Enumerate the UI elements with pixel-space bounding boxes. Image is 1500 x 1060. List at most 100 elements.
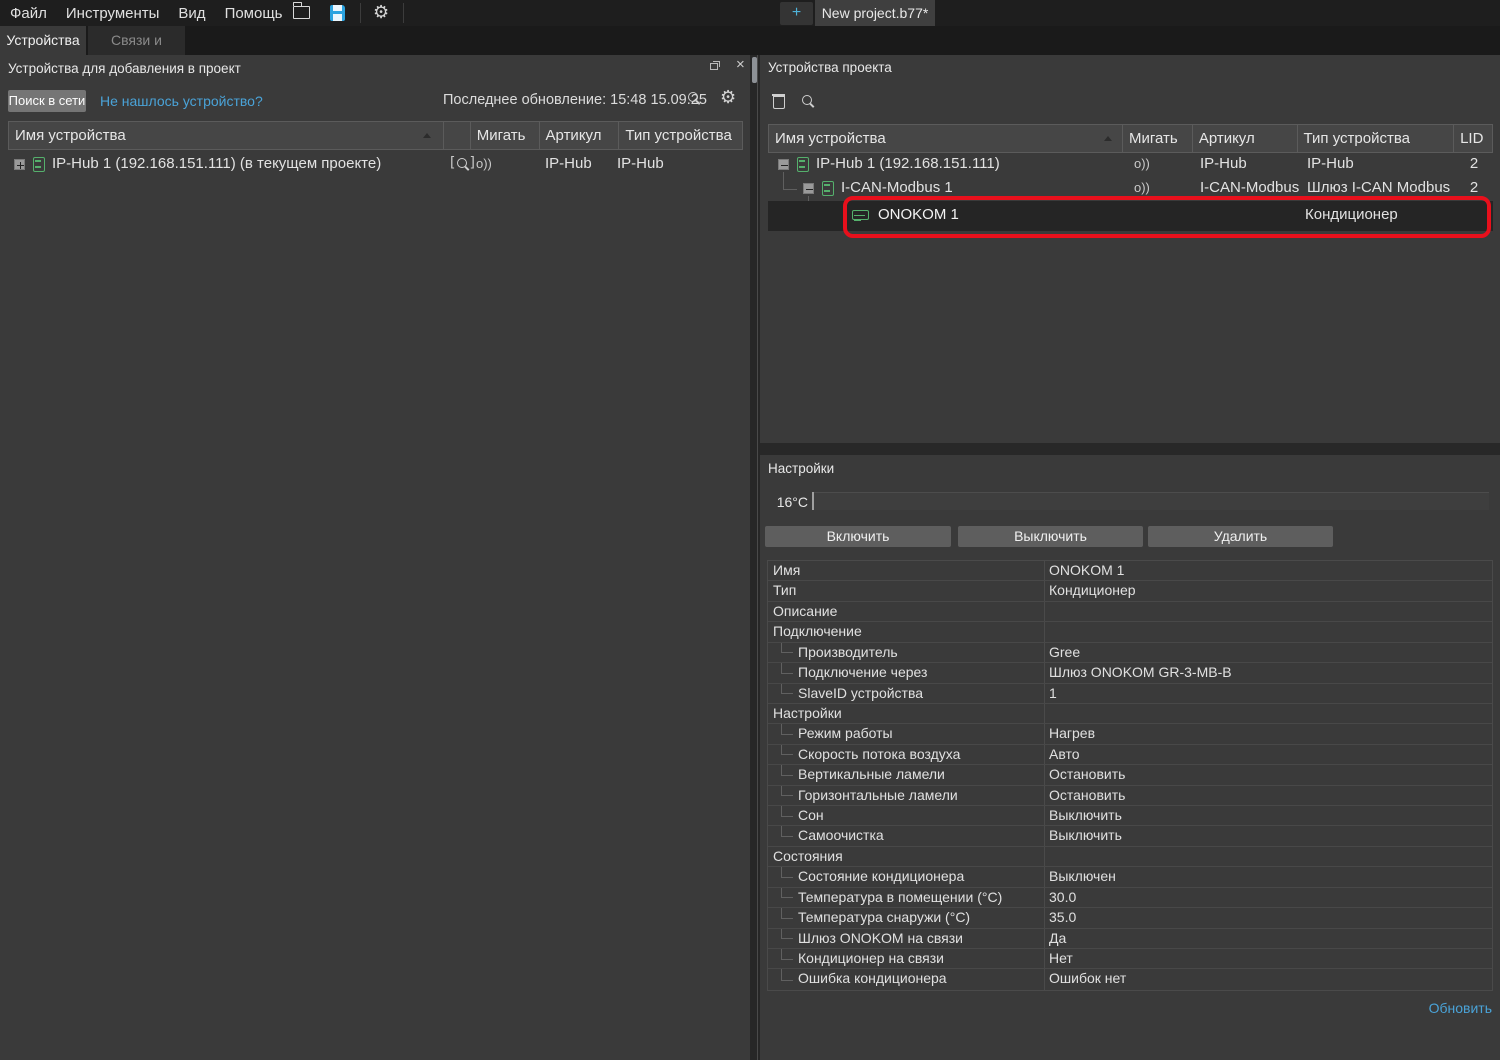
property-row[interactable]: Режим работыНагрев (768, 724, 1492, 744)
table-row[interactable]: IP-Hub 1 (192.168.151.111) (в текущем пр… (0, 150, 743, 180)
delete-button[interactable]: Удалить (1148, 526, 1333, 547)
search-icon[interactable] (687, 91, 702, 106)
project-tab[interactable]: New project.b77* (815, 0, 935, 26)
device-type: IP-Hub (1307, 155, 1354, 172)
property-value[interactable] (1044, 847, 1492, 866)
property-value[interactable]: 1 (1044, 684, 1492, 703)
tab-devices[interactable]: Устройства (0, 26, 86, 55)
column-header-type[interactable]: Тип устройства (619, 122, 742, 149)
blink-signal-icon[interactable]: o)) (1134, 180, 1150, 195)
property-value[interactable]: Шлюз ONOKOM GR-3-MB-B (1044, 663, 1492, 682)
column-header-articul[interactable]: Артикул (1193, 125, 1298, 152)
blink-signal-icon[interactable]: o)) (1134, 156, 1150, 171)
property-label: Шлюз ONOKOM на связи (768, 929, 1044, 948)
property-value[interactable]: Выключить (1044, 826, 1492, 845)
property-value[interactable]: Остановить (1044, 786, 1492, 805)
property-value[interactable]: Нет (1044, 949, 1492, 968)
column-header-lid[interactable]: LID (1454, 125, 1492, 152)
delete-device-icon[interactable] (772, 93, 786, 109)
property-value[interactable] (1044, 704, 1492, 723)
property-value[interactable]: Да (1044, 929, 1492, 948)
property-row[interactable]: ТипКондиционер (768, 581, 1492, 601)
property-row[interactable]: ПроизводительGree (768, 643, 1492, 663)
collapse-icon[interactable] (778, 159, 789, 170)
temperature-slider-groove[interactable] (814, 492, 1489, 510)
property-row[interactable]: Вертикальные ламелиОстановить (768, 765, 1492, 785)
property-row[interactable]: Горизонтальные ламелиОстановить (768, 786, 1492, 806)
property-row[interactable]: Состояние кондиционераВыключен (768, 867, 1492, 887)
column-header-name[interactable]: Имя устройства (9, 122, 444, 149)
open-folder-icon[interactable] (293, 6, 310, 19)
tree-row-ip-hub[interactable]: IP-Hub 1 (192.168.151.111) o)) IP-Hub IP… (768, 153, 1493, 177)
close-panel-icon[interactable]: × (736, 56, 745, 73)
undock-panel-icon[interactable] (710, 63, 718, 70)
refresh-link[interactable]: Обновить (1429, 1000, 1492, 1016)
splitter-line (757, 55, 758, 1060)
property-row[interactable]: СонВыключить (768, 806, 1492, 826)
property-row[interactable]: SlaveID устройства1 (768, 684, 1492, 704)
turn-off-button[interactable]: Выключить (958, 526, 1143, 547)
last-update-label: Последнее обновление: 15:48 15.09.25 (443, 92, 707, 108)
property-row[interactable]: Температура в помещении (°C)30.0 (768, 888, 1492, 908)
search-icon[interactable] (801, 94, 816, 109)
property-value[interactable]: Выключить (1044, 806, 1492, 825)
property-row[interactable]: Скорость потока воздухаАвто (768, 745, 1492, 765)
property-value[interactable]: Gree (1044, 643, 1492, 662)
property-row[interactable]: Описание (768, 602, 1492, 622)
menu-file[interactable]: Файл (8, 5, 49, 22)
device-type: Кондиционер (1305, 206, 1398, 223)
panel-gear-icon[interactable]: ⚙ (720, 88, 736, 106)
property-value[interactable]: ONOKOM 1 (1044, 561, 1492, 580)
property-row[interactable]: Подключение черезШлюз ONOKOM GR-3-MB-B (768, 663, 1492, 683)
property-row[interactable]: Кондиционер на связиНет (768, 949, 1492, 969)
property-row[interactable]: Шлюз ONOKOM на связиДа (768, 929, 1492, 949)
tree-row-i-can-modbus[interactable]: I-CAN-Modbus 1 o)) I-CAN-Modbus Шлюз I-C… (768, 177, 1493, 201)
property-value[interactable]: Авто (1044, 745, 1492, 764)
save-icon[interactable] (330, 5, 345, 21)
property-value[interactable]: 35.0 (1044, 908, 1492, 927)
property-group-row[interactable]: Состояния (768, 847, 1492, 867)
property-value[interactable]: Выключен (1044, 867, 1492, 886)
property-label: Режим работы (768, 724, 1044, 743)
property-value[interactable]: 30.0 (1044, 888, 1492, 907)
horizontal-splitter[interactable] (760, 443, 1500, 455)
expand-icon[interactable] (14, 159, 25, 170)
network-search-button[interactable]: Поиск в сети (8, 90, 86, 112)
property-value[interactable]: Остановить (1044, 765, 1492, 784)
sort-ascending-icon (423, 133, 431, 138)
vertical-splitter[interactable] (750, 55, 760, 1060)
device-articul: IP-Hub (1200, 155, 1247, 172)
property-value[interactable]: Нагрев (1044, 724, 1492, 743)
column-header-type[interactable]: Тип устройства (1298, 125, 1455, 152)
property-value[interactable] (1044, 602, 1492, 621)
device-not-found-link[interactable]: Не нашлось устройство? (100, 93, 263, 109)
identify-scan-icon[interactable]: [] (448, 155, 477, 171)
column-header-blink[interactable]: Мигать (1123, 125, 1193, 152)
new-project-tab-button[interactable]: + (780, 2, 813, 25)
tab-links-logic[interactable]: Связи и логика (88, 26, 185, 55)
splitter-handle[interactable] (752, 57, 757, 83)
property-value[interactable]: Кондиционер (1044, 581, 1492, 600)
menu-tools[interactable]: Инструменты (64, 5, 162, 22)
column-header-name[interactable]: Имя устройства (769, 125, 1123, 152)
property-row[interactable]: Температура снаружи (°C)35.0 (768, 908, 1492, 928)
column-header-blank[interactable] (444, 122, 471, 149)
property-value[interactable]: Ошибок нет (1044, 969, 1492, 989)
collapse-icon[interactable] (803, 183, 814, 194)
column-header-articul[interactable]: Артикул (540, 122, 620, 149)
menu-view[interactable]: Вид (176, 5, 207, 22)
blink-signal-icon[interactable]: o)) (476, 156, 492, 171)
property-row[interactable]: Ошибка кондиционераОшибок нет (768, 969, 1492, 989)
column-header-blink[interactable]: Мигать (471, 122, 540, 149)
property-label: SlaveID устройства (768, 684, 1044, 703)
menu-help[interactable]: Помощь (223, 5, 285, 22)
property-row[interactable]: СамоочисткаВыключить (768, 826, 1492, 846)
property-value[interactable] (1044, 622, 1492, 641)
property-group-row[interactable]: Подключение (768, 622, 1492, 642)
turn-on-button[interactable]: Включить (765, 526, 951, 547)
property-row[interactable]: ИмяONOKOM 1 (768, 561, 1492, 581)
view-tab-bar: Устройства Связи и логика (0, 26, 1500, 55)
property-group-row[interactable]: Настройки (768, 704, 1492, 724)
settings-gear-icon[interactable]: ⚙ (373, 3, 389, 21)
tree-row-onokom[interactable]: ONOKOM 1 Кондиционер (768, 201, 1493, 231)
